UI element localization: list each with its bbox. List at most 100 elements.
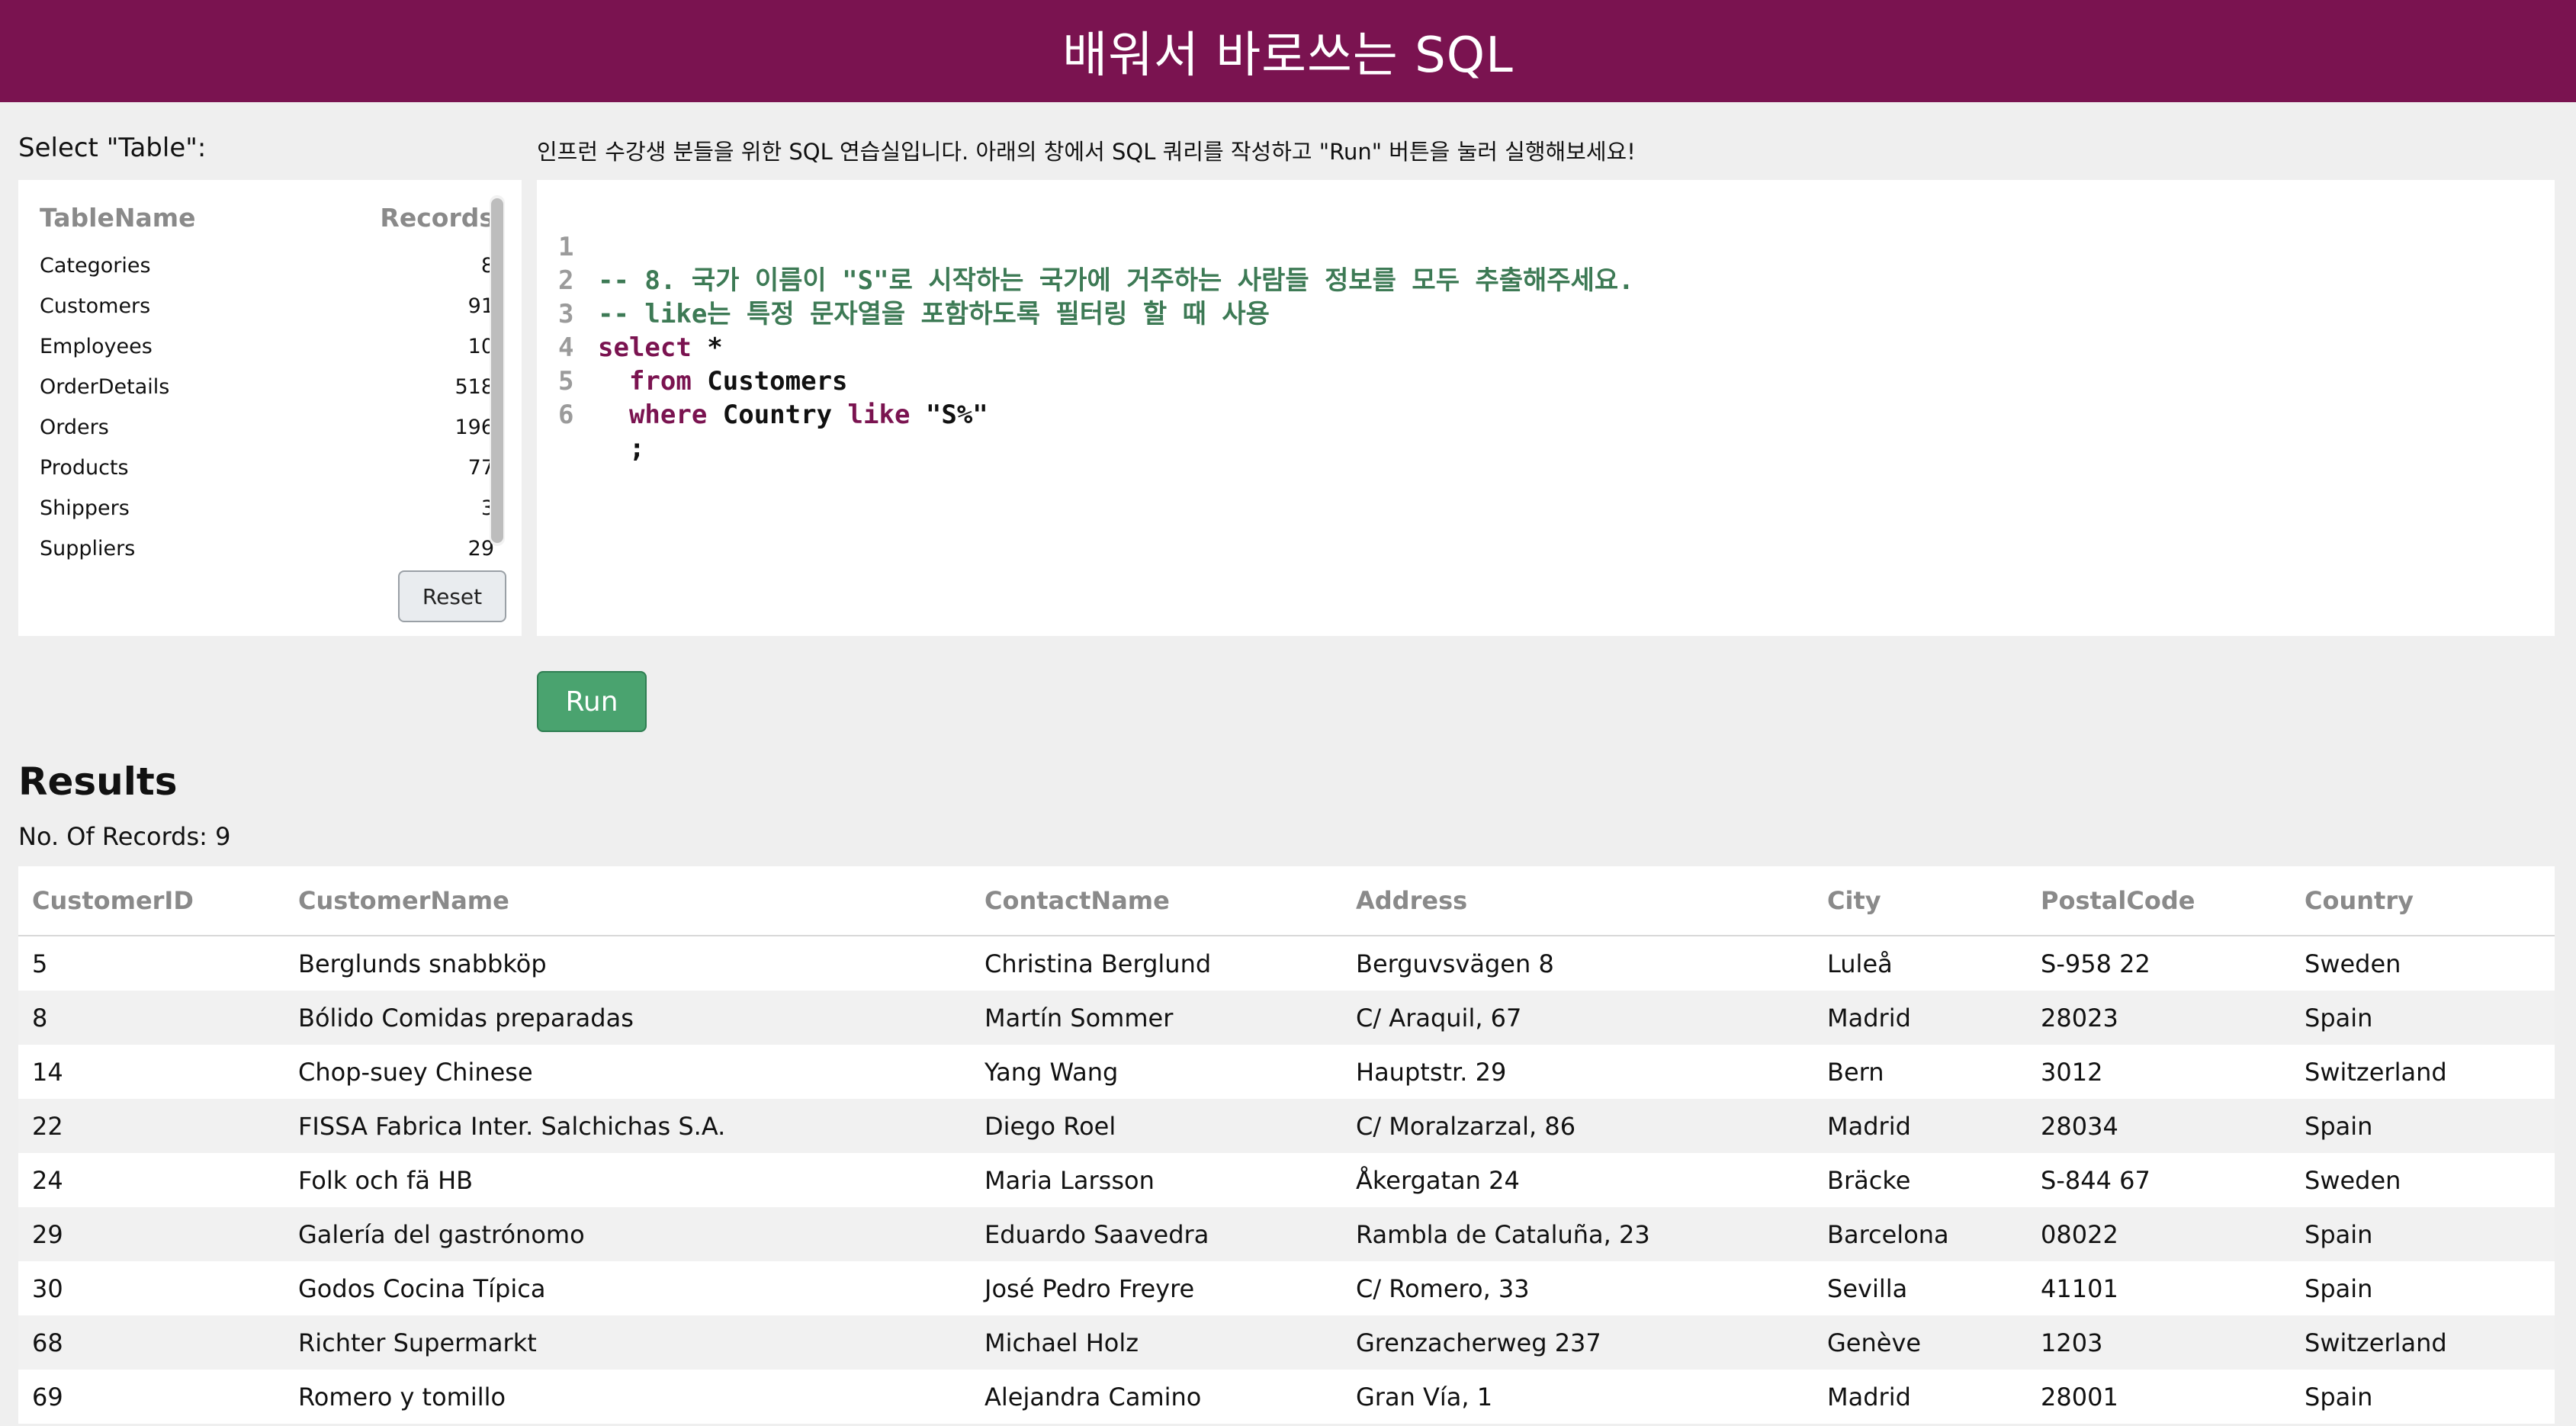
city-cell: Barcelona (1827, 1219, 1949, 1249)
address-cell: C/ Araquil, 67 (1356, 1003, 1522, 1033)
contact-name-cell: Maria Larsson (984, 1165, 1155, 1195)
table-list-scrollbar[interactable] (490, 195, 505, 546)
address-cell: Grenzacherweg 237 (1356, 1328, 1601, 1357)
customer-name-cell: Romero y tomillo (298, 1382, 506, 1412)
city-cell: Madrid (1827, 1382, 1911, 1412)
column-header-contactname: ContactName (984, 886, 1170, 915)
country-cell: Spain (2305, 1111, 2373, 1141)
table-row: 14 Chop-suey Chinese Yang Wang Hauptstr. 29… (18, 1045, 2555, 1099)
postal-code-cell: 28023 (2041, 1003, 2118, 1033)
table-item-suppliers[interactable]: Suppliers 29 (40, 528, 494, 569)
results-body: 5 Berglunds snabbköp Christina Berglund Ber… (18, 936, 2555, 1424)
scrollbar-thumb[interactable] (491, 198, 503, 543)
table-name: Categories (40, 254, 151, 278)
column-header-customerid: CustomerID (32, 886, 194, 915)
table-item-categories[interactable]: Categories 8 (40, 246, 494, 286)
table-name: OrderDetails (40, 375, 170, 399)
contact-name-cell: Christina Berglund (984, 949, 1212, 978)
customer-id-cell: 5 (32, 949, 48, 978)
table-item-customers[interactable]: Customers 91 (40, 286, 494, 326)
header-bar: 배워서 바로쓰는 SQL (0, 0, 2576, 102)
table-item-products[interactable]: Products 77 (40, 448, 494, 488)
run-button[interactable]: Run (537, 671, 647, 732)
table-row: 24 Folk och fä HB Maria Larsson Åkergatan 2… (18, 1153, 2555, 1207)
code-keyword: where (598, 400, 708, 430)
table-row: 29 Galería del gastrónomo Eduardo Saavedra… (18, 1207, 2555, 1261)
country-cell: Spain (2305, 1382, 2373, 1412)
table-records: 196 (454, 416, 494, 439)
table-item-shippers[interactable]: Shippers 3 (40, 488, 494, 528)
table-row: 5 Berglunds snabbköp Christina Berglund Ber… (18, 936, 2555, 991)
city-cell: Luleå (1827, 949, 1893, 978)
address-cell: Gran Vía, 1 (1356, 1382, 1493, 1412)
customer-name-cell: Chop-suey Chinese (298, 1057, 533, 1087)
address-cell: Berguvsvägen 8 (1356, 949, 1554, 978)
table-list-panel: TableName Records Categories 8 Customers… (18, 180, 522, 636)
code-keyword: like (847, 400, 911, 430)
results-header-row: CustomerID CustomerName ContactName Addr… (18, 866, 2555, 936)
city-cell: Sevilla (1827, 1273, 1908, 1303)
customer-name-cell: Godos Cocina Típica (298, 1273, 546, 1303)
column-header-customername: CustomerName (298, 886, 509, 915)
contact-name-cell: José Pedro Freyre (984, 1273, 1195, 1303)
postal-code-cell: S-844 67 (2041, 1165, 2150, 1195)
postal-code-cell: 28034 (2041, 1111, 2118, 1141)
table-row: 68 Richter Supermarkt Michael Holz Grenzach… (18, 1315, 2555, 1370)
reset-button[interactable]: Reset (398, 570, 506, 622)
country-cell: Switzerland (2305, 1328, 2447, 1357)
contact-name-cell: Martín Sommer (984, 1003, 1174, 1033)
customer-id-cell: 8 (32, 1003, 48, 1033)
column-header-city: City (1827, 886, 1881, 915)
postal-code-cell: 3012 (2041, 1057, 2103, 1087)
code-text: ; (598, 432, 644, 465)
table-name: Products (40, 456, 129, 480)
contact-name-cell: Eduardo Saavedra (984, 1219, 1209, 1249)
contact-name-cell: Michael Holz (984, 1328, 1139, 1357)
tablename-column-header: TableName (40, 203, 196, 233)
contact-name-cell: Diego Roel (984, 1111, 1116, 1141)
address-cell: C/ Moralzarzal, 86 (1356, 1111, 1576, 1141)
code-line: 5 where Country like "S%" (537, 331, 2555, 430)
app-title: 배워서 바로쓰는 SQL (1062, 27, 1514, 84)
table-name: Orders (40, 416, 109, 439)
code-token: Country (707, 400, 848, 430)
table-item-employees[interactable]: Employees 10 (40, 326, 494, 367)
table-row: 69 Romero y tomillo Alejandra Camino Gran V… (18, 1370, 2555, 1424)
customer-id-cell: 22 (32, 1111, 63, 1141)
table-item-orderdetails[interactable]: OrderDetails 518 (40, 367, 494, 407)
table-name: Shippers (40, 496, 130, 520)
code-token: "S%" (910, 400, 988, 430)
customer-id-cell: 30 (32, 1273, 63, 1303)
sql-editor[interactable]: 1 -- 8. 국가 이름이 "S"로 시작하는 국가에 거주하는 사람들 정보… (537, 180, 2555, 636)
country-cell: Switzerland (2305, 1057, 2447, 1087)
table-list: Categories 8 Customers 91 Employees 10 O… (40, 246, 494, 569)
address-cell: Rambla de Cataluña, 23 (1356, 1219, 1650, 1249)
postal-code-cell: S-958 22 (2041, 949, 2150, 978)
address-cell: Hauptstr. 29 (1356, 1057, 1507, 1087)
customer-name-cell: Berglunds snabbköp (298, 949, 547, 978)
code-token: ; (598, 433, 645, 464)
table-row: 22 FISSA Fabrica Inter. Salchichas S.A. Di… (18, 1099, 2555, 1153)
code-text: where Country like "S%" (598, 398, 988, 432)
customer-name-cell: Galería del gastrónomo (298, 1219, 585, 1249)
intro-text: 인프런 수강생 분들을 위한 SQL 연습실입니다. 아래의 창에서 SQL 쿼… (537, 139, 1636, 165)
table-item-orders[interactable]: Orders 196 (40, 407, 494, 448)
contact-name-cell: Yang Wang (984, 1057, 1119, 1087)
customer-name-cell: FISSA Fabrica Inter. Salchichas S.A. (298, 1111, 726, 1141)
table-row: 30 Godos Cocina Típica José Pedro Freyre C/… (18, 1261, 2555, 1315)
table-name: Employees (40, 335, 153, 358)
table-name: Customers (40, 294, 151, 318)
city-cell: Bern (1827, 1057, 1884, 1087)
column-header-address: Address (1356, 886, 1468, 915)
customer-id-cell: 29 (32, 1219, 63, 1249)
customer-id-cell: 14 (32, 1057, 63, 1087)
city-cell: Madrid (1827, 1111, 1911, 1141)
customer-name-cell: Folk och fä HB (298, 1165, 474, 1195)
code-line: 2 -- like는 특정 문자열을 포함하도록 필터링 할 때 사용 (537, 230, 2555, 329)
code-line: 6 ; (537, 365, 2555, 464)
country-cell: Spain (2305, 1273, 2373, 1303)
customer-name-cell: Bólido Comidas preparadas (298, 1003, 634, 1033)
customer-id-cell: 24 (32, 1165, 63, 1195)
country-cell: Sweden (2305, 1165, 2401, 1195)
table-row: 8 Bólido Comidas preparadas Martín Sommer C… (18, 991, 2555, 1045)
